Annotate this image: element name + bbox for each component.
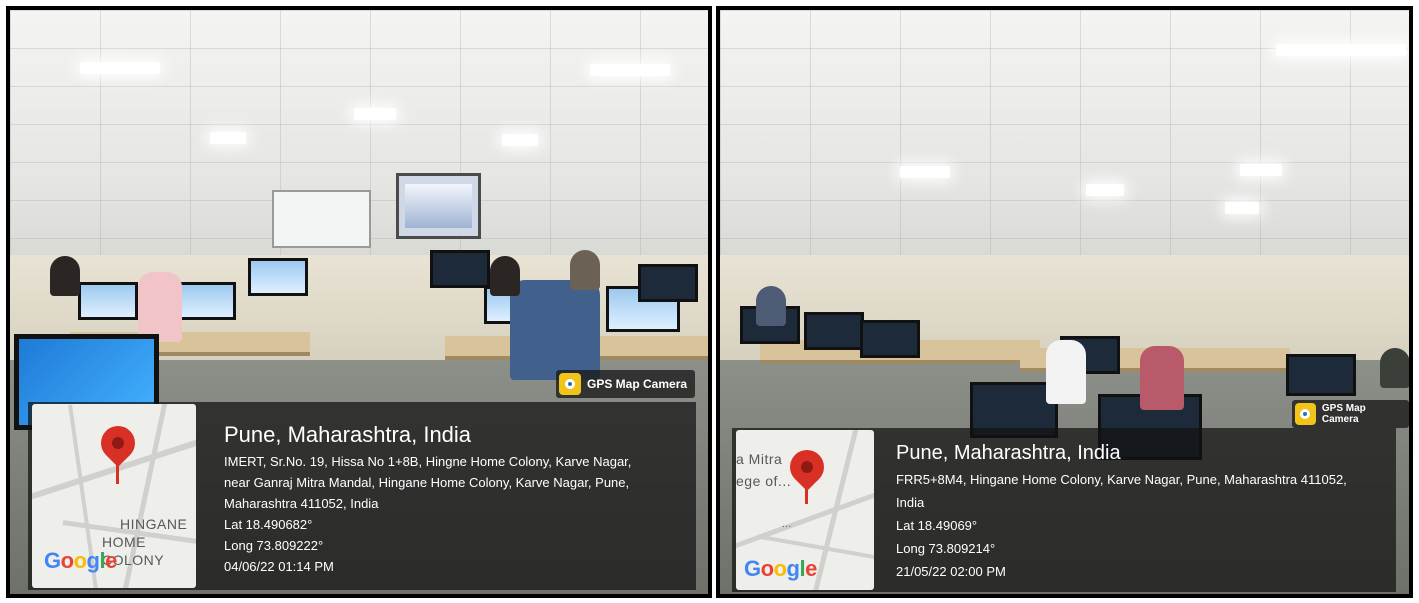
address-line: near Ganraj Mitra Mandal, Hingane Home C… bbox=[224, 475, 630, 490]
student bbox=[1046, 340, 1086, 404]
longitude: Long 73.809222° bbox=[224, 538, 324, 553]
student bbox=[756, 286, 786, 326]
gps-map-camera-badge: GPS Map Camera bbox=[1292, 400, 1409, 428]
ceiling-light bbox=[210, 132, 246, 144]
location-details: FRR5+8M4, Hingane Home Colony, Karve Nag… bbox=[896, 468, 1347, 583]
monitor bbox=[804, 312, 864, 350]
student bbox=[138, 272, 182, 342]
whiteboard bbox=[272, 190, 371, 248]
student bbox=[570, 250, 600, 290]
monitor bbox=[430, 250, 490, 288]
map-label: ege of... bbox=[736, 473, 792, 489]
gps-map-camera-badge: GPS Map Camera bbox=[556, 370, 696, 398]
monitor bbox=[78, 282, 138, 320]
google-logo: Google bbox=[744, 556, 817, 581]
photo-right: GPS Map Camera a Mitra ege of... ... Goo… bbox=[716, 6, 1413, 598]
ceiling-light bbox=[900, 166, 950, 178]
timestamp: 04/06/22 01:14 PM bbox=[224, 559, 334, 574]
ceiling-light bbox=[354, 108, 396, 120]
ceiling-light bbox=[1086, 184, 1124, 196]
geotag-card: HINGANE HOME COLONY Google Pune, Maharas… bbox=[28, 402, 696, 590]
address-line: Maharashtra 411052, India bbox=[224, 496, 379, 511]
monitor bbox=[860, 320, 920, 358]
ceiling-light bbox=[80, 62, 160, 74]
gps-map-camera-icon bbox=[559, 373, 581, 395]
gps-map-camera-icon bbox=[1295, 403, 1316, 425]
ceiling-light bbox=[590, 64, 670, 76]
location-city: Pune, Maharashtra, India bbox=[224, 422, 472, 447]
gps-badge-label: GPS Map Camera bbox=[1321, 403, 1366, 425]
gps-badge-label: GPS Map Camera bbox=[587, 377, 688, 391]
ceiling-light bbox=[1225, 202, 1259, 214]
monitor bbox=[1286, 354, 1356, 396]
student bbox=[50, 256, 80, 296]
student bbox=[1140, 346, 1184, 410]
ceiling-light bbox=[502, 134, 538, 146]
address-line: India bbox=[896, 495, 925, 510]
longitude: Long 73.809214° bbox=[896, 541, 996, 556]
address-line: IMERT, Sr.No. 19, Hissa No 1+8B, Hingne … bbox=[224, 454, 632, 469]
map-label: a Mitra bbox=[736, 451, 783, 467]
student bbox=[510, 280, 600, 380]
monitor bbox=[176, 282, 236, 320]
location-city: Pune, Maharashtra, India bbox=[896, 442, 1121, 464]
map-thumbnail: a Mitra ege of... ... Google bbox=[736, 430, 874, 590]
latitude: Lat 18.49069° bbox=[896, 518, 978, 533]
map-thumbnail: HINGANE HOME COLONY Google bbox=[32, 404, 196, 588]
timestamp: 21/05/22 02:00 PM bbox=[896, 564, 1006, 579]
ceiling-light bbox=[1240, 164, 1282, 176]
map-label: ... bbox=[782, 519, 792, 530]
geotag-card: a Mitra ege of... ... Google Pune, Mahar… bbox=[732, 428, 1396, 592]
student bbox=[490, 256, 520, 296]
location-details: IMERT, Sr.No. 19, Hissa No 1+8B, Hingne … bbox=[224, 451, 631, 577]
map-label: HINGANE bbox=[120, 516, 188, 532]
projector-screen bbox=[396, 173, 481, 239]
monitor bbox=[638, 264, 698, 302]
address-line: FRR5+8M4, Hingane Home Colony, Karve Nag… bbox=[896, 472, 1347, 487]
student bbox=[1380, 348, 1409, 388]
latitude: Lat 18.490682° bbox=[224, 517, 313, 532]
monitor bbox=[248, 258, 308, 296]
google-logo: Google bbox=[44, 548, 117, 573]
ceiling-light bbox=[1276, 44, 1406, 56]
photo-left: GPS Map Camera HINGANE HOME COLONY Googl… bbox=[6, 6, 712, 598]
